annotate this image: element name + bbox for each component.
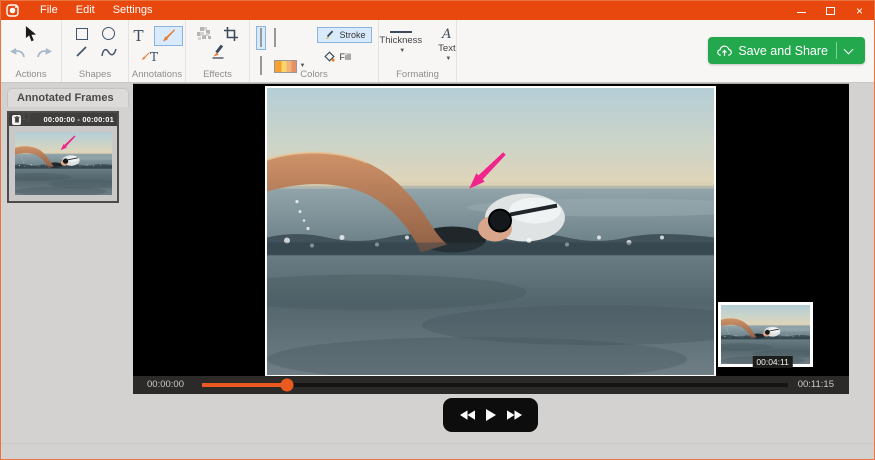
save-and-share-button[interactable]: Save and Share [708,37,865,64]
section-formating: Thickness ▼ A Text ▼ Formating [379,20,457,82]
arrow-text-tool[interactable]: T [141,49,158,64]
pip-preview[interactable]: 00:04:11 [718,302,813,367]
menu-file[interactable]: File [31,1,67,20]
fill-button[interactable]: Fill [317,48,372,65]
section-colors: ▼ Stroke Fill Colors [250,20,379,82]
section-actions: Actions [1,20,62,82]
video-stage: 00:04:11 00:00:00 00:11:15 [133,83,849,394]
save-options-chevron-icon[interactable] [844,44,854,54]
frame-thumbnail[interactable] [15,132,112,195]
section-annotations: T T Annotations [129,20,186,82]
undo-button[interactable] [9,45,25,60]
close-button[interactable]: × [845,1,874,20]
stroke-pencil-icon [324,30,335,40]
ellipse-tool[interactable] [101,26,116,41]
color-red-selected[interactable] [256,26,266,50]
annotated-frames-header: Annotated Frames (1) [7,88,129,107]
bottom-divider [1,443,874,444]
fill-bucket-icon [324,51,335,62]
play-icon [486,409,496,421]
section-label-effects: Effects [186,69,249,80]
upload-cloud-icon [717,45,732,57]
section-label-annotations: Annotations [129,69,185,80]
window-controls: × [787,1,874,20]
arrow-tool-selected[interactable] [154,26,183,46]
rewind-icon [460,410,475,420]
highlighter-tool[interactable] [210,44,225,59]
timeline-played-segment [202,383,287,387]
freehand-wave-tool[interactable] [101,44,117,59]
ribbon-toolbar: Actions Shapes [1,20,874,83]
title-bar: File Edit Settings × [1,1,874,20]
timeline-scrubber-knob[interactable] [281,379,294,392]
select-cursor-tool[interactable] [24,26,39,42]
minimize-button[interactable] [787,1,816,20]
rectangle-tool[interactable] [74,26,89,41]
section-label-actions: Actions [1,69,61,80]
section-effects: Effects [186,20,250,82]
thickness-line-icon [390,31,412,33]
line-tool[interactable] [74,44,89,59]
timeline-bar: 00:00:00 00:11:15 [133,376,849,394]
menu-edit[interactable]: Edit [67,1,104,20]
crop-tool[interactable] [224,26,239,41]
video-canvas[interactable] [265,86,716,377]
section-label-shapes: Shapes [62,69,128,80]
section-shapes: Shapes [62,20,129,82]
fast-forward-icon [507,410,522,420]
section-label-formating: Formating [379,69,456,80]
stroke-button[interactable]: Stroke [317,27,372,43]
maximize-button[interactable] [816,1,845,20]
text-format-dropdown[interactable]: A Text ▼ [438,26,455,62]
italic-a-icon: A [442,28,451,41]
pip-timestamp: 00:04:11 [752,356,792,368]
color-green[interactable] [270,26,310,50]
redo-button[interactable] [37,45,53,60]
frame-time-range: 00:00:00 - 00:00:01 [43,115,114,124]
app-logo-icon [6,4,19,17]
delete-frame-button[interactable] [12,115,21,125]
play-button[interactable] [486,409,496,421]
current-time-label: 00:00:00 [147,376,184,394]
text-tool[interactable]: T [131,29,146,44]
arrow-annotation[interactable] [465,146,507,198]
thickness-dropdown[interactable]: Thickness ▼ [379,26,422,62]
app-window: File Edit Settings × [0,0,875,460]
menu-settings[interactable]: Settings [104,1,162,20]
thumbnail-arrow-annotation [59,135,76,152]
rewind-button[interactable] [460,410,475,420]
menu-bar: File Edit Settings [31,1,161,20]
fast-forward-button[interactable] [507,410,522,420]
trash-icon [14,116,20,123]
timeline-track[interactable] [202,383,788,387]
playback-controls [443,398,538,432]
section-label-colors: Colors [250,69,378,80]
annotated-frames-sidebar: Annotated Frames (1) 00:00:00 - 00:00:01 [1,83,133,459]
total-time-label: 00:11:15 [798,376,834,394]
pixelate-tool[interactable] [197,26,212,41]
